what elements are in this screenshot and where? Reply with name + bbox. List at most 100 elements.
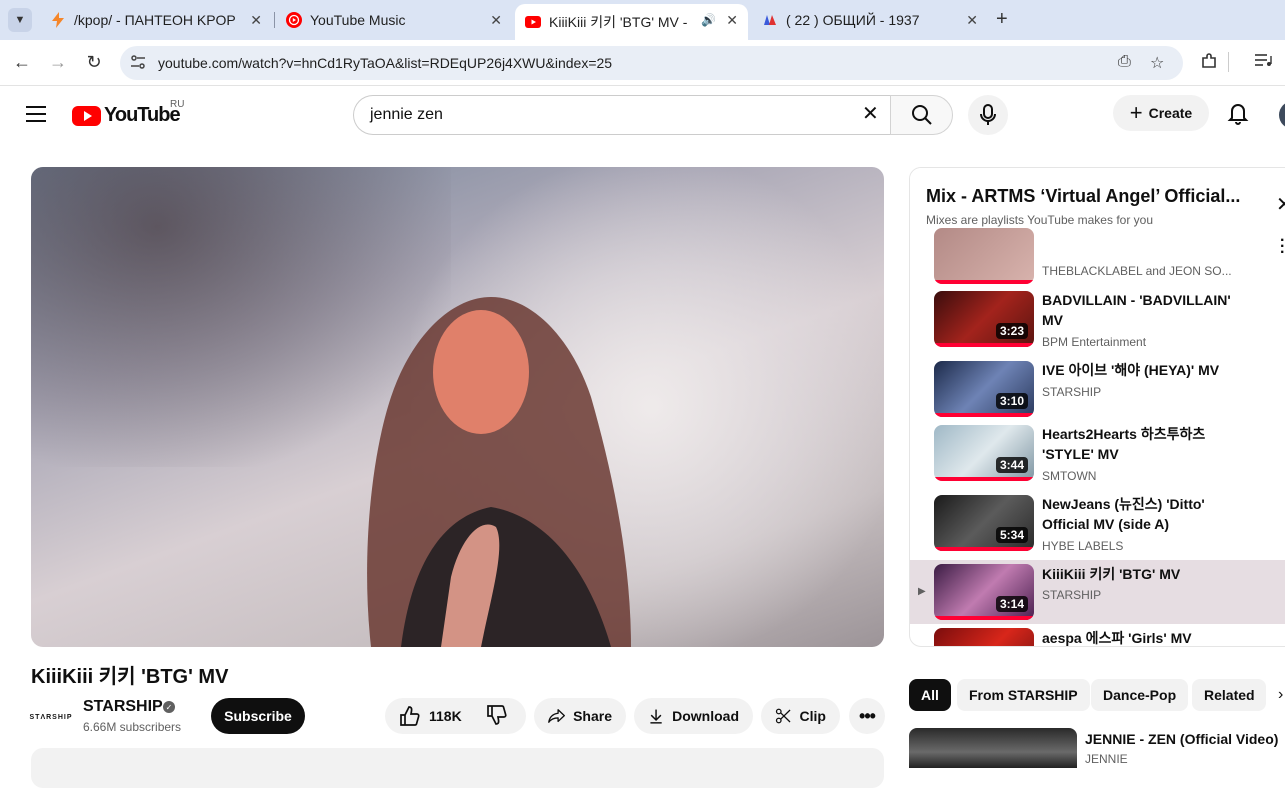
playlist-item[interactable]: 3:44 Hearts2Hearts 하츠투하츠 'STYLE' MV SMTO… xyxy=(910,424,1285,494)
tab-close-icon[interactable]: ✕ xyxy=(250,12,262,29)
playlist-item-channel: STARSHIP xyxy=(1042,588,1102,602)
search-icon xyxy=(911,105,932,125)
tab-youtube-music[interactable]: YouTube Music ✕ xyxy=(276,4,512,36)
video-thumbnail: 3:23 xyxy=(934,291,1034,347)
watched-progress-bar xyxy=(934,477,1034,481)
search-button[interactable] xyxy=(890,95,953,135)
dislike-button[interactable] xyxy=(486,704,516,729)
browser-toolbar: ← → ↻ youtube.com/watch?v=hnCd1RyTaOA&li… xyxy=(0,40,1285,86)
playlist-item-channel: STARSHIP xyxy=(1042,385,1102,399)
chevron-right-icon[interactable]: › xyxy=(1278,686,1283,704)
tab-obshiy[interactable]: ( 22 ) ОБЩИЙ - 1937 ✕ xyxy=(752,4,988,36)
search-input[interactable]: jennie zen xyxy=(353,95,891,135)
playlist-item-title: NewJeans (뉴진스) 'Ditto' Official MV (side… xyxy=(1042,496,1205,532)
more-horizontal-icon: ••• xyxy=(859,705,876,726)
chip-related[interactable]: Related xyxy=(1192,679,1266,711)
more-actions-button[interactable]: ••• xyxy=(849,698,885,734)
extensions-icon[interactable] xyxy=(1200,52,1218,75)
forward-arrow-icon[interactable]: → xyxy=(46,52,70,73)
playlist-item[interactable]: aespa 에스파 'Girls' MV xyxy=(910,624,1285,646)
playlist-item[interactable]: THEBLACKLABEL and JEON SO... xyxy=(910,224,1285,288)
share-arrow-icon xyxy=(548,709,565,723)
bookmark-star-icon[interactable]: ☆ xyxy=(1150,53,1164,73)
video-duration: 3:23 xyxy=(995,323,1028,339)
playlist-item-current[interactable]: ▶ 3:14 KiiiKiii 키키 'BTG' MV STARSHIP xyxy=(910,560,1285,624)
create-label: Create xyxy=(1148,105,1193,121)
media-queue-icon[interactable] xyxy=(1254,52,1272,73)
description-box[interactable] xyxy=(31,748,884,788)
video-duration: 5:34 xyxy=(995,527,1028,543)
search-query: jennie zen xyxy=(370,106,443,123)
notifications-bell-icon[interactable] xyxy=(1226,101,1250,125)
menu-hamburger-icon[interactable] xyxy=(26,106,46,127)
chip-dance-pop[interactable]: Dance-Pop xyxy=(1091,679,1189,711)
related-video-thumbnail[interactable] xyxy=(909,728,1077,768)
country-code: RU xyxy=(170,99,185,110)
chip-all[interactable]: All xyxy=(909,679,951,711)
tab-title: /kpop/ - ПАНТЕОН KPOP xyxy=(74,12,236,28)
toolbar-divider xyxy=(1228,52,1229,72)
youtube-music-icon xyxy=(286,12,302,28)
video-frame-figure xyxy=(367,297,631,647)
create-button[interactable]: + Create xyxy=(1113,95,1209,131)
clip-button[interactable]: Clip xyxy=(761,698,840,734)
close-playlist-icon[interactable]: ✕ xyxy=(1276,192,1285,217)
logo-wordmark: YouTube xyxy=(104,104,181,126)
share-button[interactable]: Share xyxy=(534,698,626,734)
watched-progress-bar xyxy=(934,547,1034,551)
site-info-icon[interactable] xyxy=(130,54,150,72)
tab-divider xyxy=(274,12,275,28)
channel-name[interactable]: STARSHIP xyxy=(83,698,163,716)
tab-close-icon[interactable]: ✕ xyxy=(966,12,978,29)
playlist-item[interactable]: 3:10 IVE 아이브 '해야 (HEYA)' MV STARSHIP xyxy=(910,360,1285,424)
video-thumbnail: 5:34 xyxy=(934,495,1034,551)
account-avatar[interactable] xyxy=(1279,101,1285,129)
new-tab-plus-icon[interactable]: + xyxy=(996,8,1008,31)
install-app-icon[interactable]: ⎙ xyxy=(1118,53,1131,71)
tab-search-button[interactable]: ▼ xyxy=(8,8,32,32)
video-thumbnail xyxy=(934,628,1034,646)
related-video-channel[interactable]: JENNIE xyxy=(1085,752,1128,766)
clip-label: Clip xyxy=(799,708,826,724)
reload-icon[interactable]: ↻ xyxy=(82,52,106,73)
playlist-list: THEBLACKLABEL and JEON SO... 3:23 BADVIL… xyxy=(910,228,1285,646)
clear-search-icon[interactable]: ✕ xyxy=(862,104,879,124)
video-duration: 3:14 xyxy=(995,596,1028,612)
tab-current-video[interactable]: KiiiKiii 키키 'BTG' MV - 🔊 ✕ xyxy=(515,4,748,40)
forum-icon xyxy=(762,12,778,28)
tab-kpop[interactable]: /kpop/ - ПАНТЕОН KPOP ✕ xyxy=(40,4,272,36)
back-arrow-icon[interactable]: ← xyxy=(10,52,34,73)
watched-progress-bar xyxy=(934,343,1034,347)
address-bar[interactable]: youtube.com/watch?v=hnCd1RyTaOA&list=RDE… xyxy=(120,46,1183,80)
url-text: youtube.com/watch?v=hnCd1RyTaOA&list=RDE… xyxy=(158,55,613,71)
youtube-logo[interactable]: YouTube xyxy=(72,104,181,127)
now-playing-arrow-icon: ▶ xyxy=(918,586,926,597)
video-thumbnail: 3:44 xyxy=(934,425,1034,481)
subscribe-button[interactable]: Subscribe xyxy=(211,698,305,734)
chip-from-channel[interactable]: From STARSHIP xyxy=(957,679,1090,711)
share-label: Share xyxy=(573,708,612,724)
tab-close-icon[interactable]: ✕ xyxy=(490,12,502,29)
voice-search-button[interactable] xyxy=(968,95,1008,135)
watched-progress-bar xyxy=(934,413,1034,417)
thumbs-down-icon xyxy=(486,704,507,725)
video-player[interactable] xyxy=(31,167,884,647)
download-button[interactable]: Download xyxy=(634,698,753,734)
like-dislike-group: 118K xyxy=(385,698,526,734)
playlist-item[interactable]: 5:34 NewJeans (뉴진스) 'Ditto' Official MV … xyxy=(910,494,1285,560)
watched-progress-bar xyxy=(934,280,1034,284)
like-button[interactable]: 118K xyxy=(399,705,462,727)
playlist-item-title: IVE 아이브 '해야 (HEYA)' MV xyxy=(1042,362,1220,378)
tab-title: ( 22 ) ОБЩИЙ - 1937 xyxy=(786,12,920,28)
playlist-title[interactable]: Mix - ARTMS ‘Virtual Angel’ Official... xyxy=(926,186,1256,207)
video-duration: 3:10 xyxy=(995,393,1028,409)
playlist-panel: Mix - ARTMS ‘Virtual Angel’ Official... … xyxy=(909,167,1285,647)
download-icon xyxy=(650,709,662,724)
related-video-title[interactable]: JENNIE - ZEN (Official Video) xyxy=(1085,731,1278,747)
playlist-item-channel: SMTOWN xyxy=(1042,469,1097,483)
audio-playing-icon[interactable]: 🔊 xyxy=(701,13,716,27)
playlist-item[interactable]: 3:23 BADVILLAIN - 'BADVILLAIN' MV BPM En… xyxy=(910,290,1285,358)
channel-avatar[interactable]: STΛRSHIP xyxy=(30,697,72,737)
tab-close-icon[interactable]: ✕ xyxy=(726,12,738,29)
playlist-item-channel: THEBLACKLABEL and JEON SO... xyxy=(1042,264,1232,278)
